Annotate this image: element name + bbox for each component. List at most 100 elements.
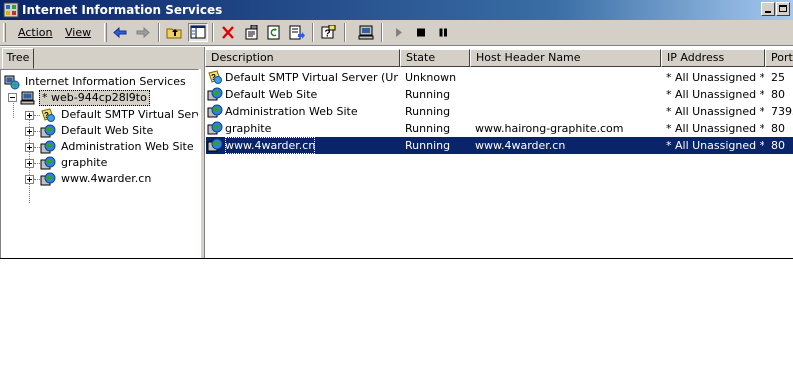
column-header-row: Description State Host Header Name IP Ad… (205, 49, 793, 67)
cell-state: Running (405, 105, 451, 118)
cell-port: 80 (771, 122, 785, 135)
menu-view[interactable]: View (65, 26, 91, 39)
menu-grip[interactable] (3, 23, 6, 42)
table-row[interactable]: Default Web Site Running * All Unassigne… (206, 86, 793, 103)
play-icon (396, 28, 402, 37)
connect-computer-button[interactable] (356, 23, 376, 42)
cell-description: Administration Web Site (207, 103, 398, 120)
cell-state: Running (405, 139, 451, 152)
details-list[interactable]: Description State Host Header Name IP Ad… (204, 47, 793, 259)
cell-state: Unknown (405, 71, 457, 84)
export-list-button[interactable] (287, 23, 307, 42)
row-description: Administration Web Site (225, 105, 358, 118)
cell-host-header (475, 69, 660, 86)
tree-graphite-label: graphite (61, 156, 108, 169)
menu-view-label: View (65, 26, 92, 39)
table-row[interactable]: Administration Web Site Running * All Un… (206, 103, 793, 120)
web-site-icon (40, 172, 56, 186)
up-level-button[interactable] (164, 23, 184, 42)
minimize-icon (765, 11, 771, 13)
tree-root-label: Internet Information Services (25, 75, 186, 88)
toolbar-separator (158, 23, 160, 42)
maximize-button[interactable] (776, 2, 790, 16)
menu-action[interactable]: Action (18, 26, 52, 39)
svg-text:?: ? (44, 111, 49, 120)
smtp-server-icon: ? (41, 108, 55, 122)
expand-toggle[interactable] (25, 175, 34, 184)
row-description: graphite (225, 122, 272, 135)
cell-port: 25 (771, 71, 785, 84)
smtp-server-icon: ? (208, 70, 222, 84)
cell-ip-address: * All Unassigned * (666, 139, 764, 152)
forward-button[interactable] (133, 23, 153, 42)
collapse-toggle[interactable] (8, 93, 17, 102)
tree-view[interactable]: Internet Information Services * web-944c… (0, 69, 199, 259)
cell-host-header (475, 103, 660, 120)
expand-toggle[interactable] (25, 159, 34, 168)
toolbar-grip[interactable] (104, 23, 107, 42)
stop-button[interactable] (411, 23, 431, 42)
column-header-port[interactable]: Port (765, 49, 793, 67)
cell-port: 7393 (771, 105, 793, 118)
properties-button[interactable] (241, 23, 261, 42)
cell-ip-address: * All Unassigned * (666, 71, 764, 84)
server-computer-icon (20, 91, 35, 105)
help-icon: ? (321, 25, 336, 40)
forward-icon (136, 26, 150, 39)
show-hide-tree-button[interactable] (188, 23, 208, 42)
table-row-selected[interactable]: www.4warder.cn Running www.4warder.cn * … (206, 137, 793, 154)
expand-toggle[interactable] (25, 127, 34, 136)
web-site-icon (207, 87, 223, 101)
cell-ip-address: * All Unassigned * (666, 122, 764, 135)
start-button[interactable] (389, 23, 409, 42)
web-site-icon (207, 138, 223, 152)
cell-host-header: www.hairong-graphite.com (475, 122, 624, 135)
back-button[interactable] (110, 23, 130, 42)
row-description: Default Web Site (225, 88, 318, 101)
tree-default-web-site-label: Default Web Site (61, 124, 154, 137)
expand-toggle[interactable] (25, 143, 34, 152)
iis-root-icon (4, 75, 20, 90)
svg-text:?: ? (211, 73, 216, 82)
cell-description: www.4warder.cn (207, 137, 398, 154)
web-site-icon (207, 104, 223, 118)
export-list-icon (289, 25, 305, 40)
window-bottom-edge (0, 258, 793, 259)
tab-tree[interactable]: Tree (2, 48, 34, 69)
tree-smtp-label: Default SMTP Virtual Server ( (61, 108, 198, 121)
cell-description: ? Default SMTP Virtual Server (Unk... (207, 69, 398, 86)
web-site-icon (40, 156, 56, 170)
column-header-description[interactable]: Description (205, 49, 400, 67)
table-row[interactable]: ? Default SMTP Virtual Server (Unk... Un… (206, 69, 793, 86)
refresh-button[interactable] (264, 23, 284, 42)
pause-icon (439, 28, 447, 37)
pause-button[interactable] (433, 23, 453, 42)
cell-ip-address: * All Unassigned * (666, 88, 764, 101)
cell-description: Default Web Site (207, 86, 398, 103)
column-header-host-header[interactable]: Host Header Name (470, 49, 661, 67)
web-site-icon (40, 140, 56, 154)
tree-4warder-label: www.4warder.cn (61, 172, 152, 185)
tree-tabstrip: Tree (0, 47, 201, 69)
up-level-icon (166, 28, 182, 39)
maximize-icon (779, 5, 787, 12)
cell-port: 80 (771, 139, 785, 152)
tree-pane: Tree Internet Information Services * web… (0, 47, 203, 259)
delete-button[interactable] (218, 23, 238, 42)
column-header-state[interactable]: State (400, 49, 470, 67)
help-button[interactable]: ? (318, 23, 338, 42)
tree-admin-web-site-label: Administration Web Site (61, 140, 194, 153)
connect-computer-icon (358, 25, 374, 40)
web-site-icon (40, 124, 56, 138)
table-row[interactable]: graphite Running www.hairong-graphite.co… (206, 120, 793, 137)
expand-toggle[interactable] (25, 111, 34, 120)
toolbar-separator (212, 23, 214, 42)
iis-app-icon[interactable] (3, 2, 19, 18)
minimize-button[interactable] (761, 2, 775, 16)
column-header-ip-address[interactable]: IP Address (661, 49, 765, 67)
cell-description: graphite (207, 120, 398, 137)
tree-server-label: * web-944cp28l9to (39, 90, 150, 106)
cell-state: Running (405, 88, 451, 101)
properties-icon (245, 25, 258, 40)
cell-ip-address: * All Unassigned * (666, 105, 764, 118)
